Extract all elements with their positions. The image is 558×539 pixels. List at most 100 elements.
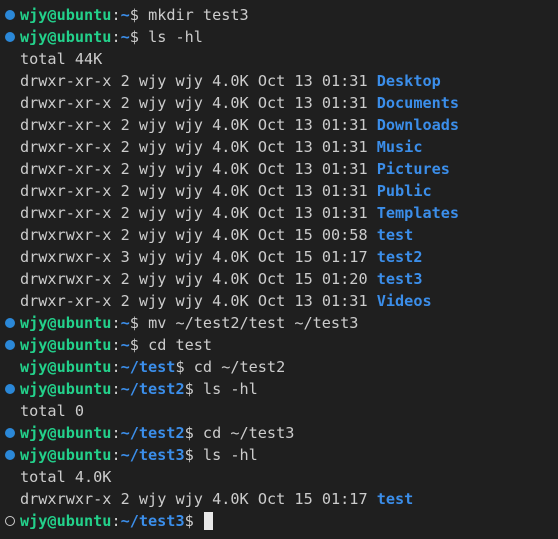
entry-size: 4.0K bbox=[212, 182, 249, 200]
command-decoration-pending-icon[interactable] bbox=[5, 516, 15, 526]
text-cursor[interactable] bbox=[203, 512, 213, 530]
entry-time: 01:31 bbox=[321, 72, 368, 90]
entry-links: 2 bbox=[120, 292, 130, 310]
prompt-user-host: wjy@ubuntu bbox=[20, 28, 112, 46]
prompt-user-host: wjy@ubuntu bbox=[20, 380, 112, 398]
entry-month: Oct bbox=[257, 116, 286, 134]
prompt-symbol: $ bbox=[129, 28, 139, 46]
prompt-path: ~/test2 bbox=[120, 424, 185, 442]
entry-time: 01:31 bbox=[321, 204, 368, 222]
entry-group: wjy bbox=[175, 270, 203, 288]
prompt-user-host: wjy@ubuntu bbox=[20, 358, 112, 376]
entry-size: 4.0K bbox=[212, 160, 249, 178]
directory-entry-row: drwxrwxr-x 2 wjy wjy 4.0K Oct 15 00:58 t… bbox=[0, 224, 558, 246]
entry-owner: wjy bbox=[138, 292, 167, 310]
entry-time: 01:20 bbox=[321, 270, 368, 288]
entry-directory-name: test3 bbox=[376, 270, 423, 288]
entry-links: 2 bbox=[120, 160, 130, 178]
directory-entry-row: drwxrwxr-x 2 wjy wjy 4.0K Oct 15 01:17 t… bbox=[0, 488, 558, 510]
entry-group: wjy bbox=[175, 226, 203, 244]
prompt-separator: : bbox=[111, 6, 121, 24]
entry-time: 00:58 bbox=[321, 226, 368, 244]
entry-day: 13 bbox=[294, 160, 313, 178]
output-text: total 0 bbox=[20, 402, 85, 420]
entry-links: 2 bbox=[120, 138, 130, 156]
entry-day: 13 bbox=[294, 94, 313, 112]
prompt-user-host: wjy@ubuntu bbox=[20, 424, 112, 442]
command-decoration-success-icon[interactable] bbox=[5, 384, 15, 394]
entry-group: wjy bbox=[175, 160, 203, 178]
prompt-user-host: wjy@ubuntu bbox=[20, 6, 112, 24]
entry-owner: wjy bbox=[138, 72, 167, 90]
prompt-line: wjy@ubuntu:~/test3$ ls -hl bbox=[0, 444, 558, 466]
command-decoration-success-icon[interactable] bbox=[5, 428, 15, 438]
prompt-path: ~ bbox=[120, 336, 130, 354]
entry-directory-name: Downloads bbox=[376, 116, 460, 134]
entry-group: wjy bbox=[175, 72, 203, 90]
prompt-separator: : bbox=[111, 380, 121, 398]
prompt-symbol: $ bbox=[175, 358, 185, 376]
entry-size: 4.0K bbox=[212, 116, 249, 134]
entry-group: wjy bbox=[175, 94, 203, 112]
prompt-path: ~ bbox=[120, 28, 130, 46]
command-decoration-success-icon[interactable] bbox=[5, 10, 15, 20]
entry-owner: wjy bbox=[138, 138, 167, 156]
command-text: mkdir test3 bbox=[148, 6, 249, 24]
entry-permissions: drwxrwxr-x bbox=[20, 270, 112, 288]
terminal-panel[interactable]: wjy@ubuntu:~$ mkdir test3 wjy@ubuntu:~$ l… bbox=[0, 0, 558, 539]
entry-group: wjy bbox=[175, 292, 203, 310]
command-text: ls -hl bbox=[148, 28, 203, 46]
command-decoration-success-icon[interactable] bbox=[5, 32, 15, 42]
prompt-separator: : bbox=[111, 336, 121, 354]
entry-directory-name: Desktop bbox=[376, 72, 441, 90]
entry-day: 15 bbox=[294, 490, 313, 508]
entry-permissions: drwxrwxr-x bbox=[20, 490, 112, 508]
prompt-line: wjy@ubuntu:~/test2$ cd ~/test3 bbox=[0, 422, 558, 444]
entry-owner: wjy bbox=[138, 270, 167, 288]
entry-permissions: drwxr-xr-x bbox=[20, 160, 112, 178]
entry-links: 2 bbox=[120, 204, 130, 222]
entry-time: 01:31 bbox=[321, 160, 368, 178]
prompt-line: wjy@ubuntu:~$ ls -hl bbox=[0, 26, 558, 48]
entry-links: 2 bbox=[120, 270, 130, 288]
directory-entry-row: drwxr-xr-x 2 wjy wjy 4.0K Oct 13 01:31 T… bbox=[0, 202, 558, 224]
entry-size: 4.0K bbox=[212, 292, 249, 310]
entry-day: 13 bbox=[294, 72, 313, 90]
entry-day: 13 bbox=[294, 182, 313, 200]
entry-month: Oct bbox=[257, 94, 286, 112]
prompt-separator: : bbox=[111, 512, 121, 530]
command-decoration-success-icon[interactable] bbox=[5, 340, 15, 350]
prompt-separator: : bbox=[111, 446, 121, 464]
entry-month: Oct bbox=[257, 292, 286, 310]
entry-month: Oct bbox=[257, 160, 286, 178]
output-line: total 44K bbox=[0, 48, 558, 70]
directory-entry-row: drwxr-xr-x 2 wjy wjy 4.0K Oct 13 01:31 V… bbox=[0, 290, 558, 312]
entry-size: 4.0K bbox=[212, 204, 249, 222]
command-decoration-success-icon[interactable] bbox=[5, 450, 15, 460]
entry-time: 01:17 bbox=[321, 248, 368, 266]
entry-links: 2 bbox=[120, 182, 130, 200]
entry-owner: wjy bbox=[138, 182, 167, 200]
prompt-path: ~ bbox=[120, 6, 130, 24]
entry-permissions: drwxr-xr-x bbox=[20, 138, 112, 156]
prompt-line: wjy@ubuntu:~$ mkdir test3 bbox=[0, 4, 558, 26]
prompt-line: wjy@ubuntu:~$ cd test bbox=[0, 334, 558, 356]
command-decoration-success-icon[interactable] bbox=[5, 318, 15, 328]
entry-day: 13 bbox=[294, 292, 313, 310]
entry-permissions: drwxr-xr-x bbox=[20, 72, 112, 90]
entry-directory-name: Pictures bbox=[376, 160, 450, 178]
entry-links: 2 bbox=[120, 226, 130, 244]
directory-entry-row: drwxr-xr-x 2 wjy wjy 4.0K Oct 13 01:31 D… bbox=[0, 92, 558, 114]
entry-size: 4.0K bbox=[212, 248, 249, 266]
entry-directory-name: test2 bbox=[376, 248, 423, 266]
prompt-user-host: wjy@ubuntu bbox=[20, 512, 112, 530]
output-text: total 4.0K bbox=[20, 468, 112, 486]
command-text: ls -hl bbox=[202, 446, 258, 464]
entry-owner: wjy bbox=[138, 248, 167, 266]
entry-permissions: drwxrwxr-x bbox=[20, 248, 112, 266]
prompt-line: wjy@ubuntu:~/test3$ bbox=[0, 510, 558, 532]
prompt-separator: : bbox=[111, 424, 121, 442]
entry-day: 13 bbox=[294, 116, 313, 134]
entry-links: 3 bbox=[120, 248, 130, 266]
entry-owner: wjy bbox=[138, 94, 167, 112]
